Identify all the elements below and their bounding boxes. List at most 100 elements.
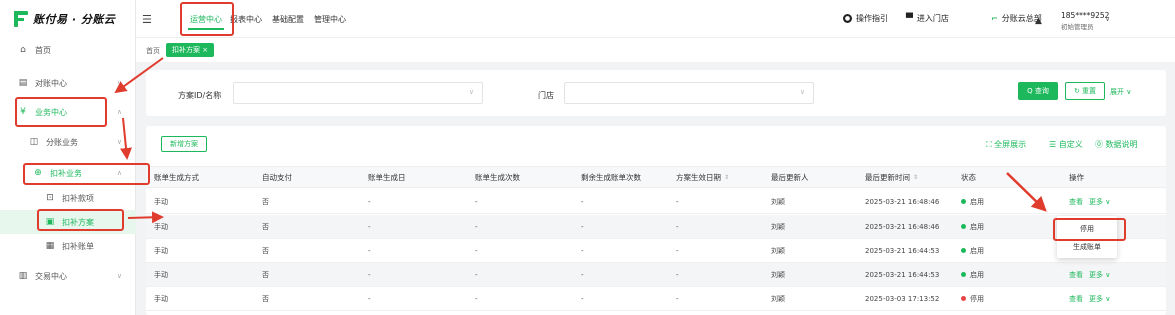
status-badge: 启用 xyxy=(961,239,984,262)
chevron-down-icon: ∨ xyxy=(468,88,474,96)
table-row: 手动 否 - - - - 刘颖 2025-03-21 16:44:53 启用 查看 更多 ∨ xyxy=(146,263,1166,287)
table-cell-auto-pay: 否 xyxy=(262,294,269,303)
highlight-box xyxy=(37,209,124,231)
table-row: 手动 否 - - - - 刘颖 2025-03-21 16:48:46 启用 xyxy=(146,215,1166,239)
highlight-box xyxy=(180,2,234,36)
expand-link[interactable]: 展开 ∨ xyxy=(1110,87,1131,97)
sidebar-item-deduct-bills[interactable]: ▦ 扣补账单 xyxy=(0,234,136,258)
view-link[interactable]: 查看 xyxy=(1069,294,1083,304)
table-cell-updated-at: 2025-03-21 16:48:46 xyxy=(865,222,940,231)
row-actions: 查看 更多 ∨ xyxy=(1069,190,1116,213)
highlight-box xyxy=(23,163,150,185)
table-cell-effective: - xyxy=(676,246,679,255)
store-icon: ▀ xyxy=(906,13,913,24)
table-cell-updater: 刘颖 xyxy=(771,197,785,206)
view-link[interactable]: 查看 xyxy=(1069,197,1083,207)
sort-icon: ⇕ xyxy=(913,173,919,181)
table-cell-mode: 手动 xyxy=(154,246,168,255)
chevron-down-icon: ∨ xyxy=(116,272,122,280)
table-cell-gen-count: - xyxy=(475,222,478,231)
status-text: 启用 xyxy=(970,246,984,255)
sidebar-item-label: 扣补款项 xyxy=(62,193,94,203)
row-actions: 查看 更多 ∨ xyxy=(1069,263,1116,286)
sidebar-item-split[interactable]: ◫ 分账业务 ∨ xyxy=(0,130,136,154)
chevron-down-icon: ∨ xyxy=(1105,15,1111,23)
menu-toggle-icon[interactable]: ☰ xyxy=(142,13,152,26)
filter-panel: 方案ID/名称 ∨ 门店 ∨ xyxy=(146,70,1166,116)
table-cell-gen-day: - xyxy=(368,197,371,206)
column-header: 账单生成次数 xyxy=(475,172,520,182)
fullscreen-button[interactable]: ⛶ 全屏展示 xyxy=(986,139,1026,150)
table-cell-updated-at: 2025-03-03 17:13:52 xyxy=(865,294,940,303)
sidebar-item-reconcile[interactable]: ▤ 对账中心 ∨ xyxy=(0,71,136,95)
sidebar-item-label: 交易中心 xyxy=(35,271,67,281)
status-dot-icon xyxy=(961,224,966,229)
sidebar-item-label: 首页 xyxy=(35,45,51,55)
table-cell-remaining: - xyxy=(581,222,584,231)
brand-small-icon: ⌐ xyxy=(991,14,998,23)
table-cell-remaining: - xyxy=(581,246,584,255)
table-cell-gen-day: - xyxy=(368,294,371,303)
table-cell-updated-at: 2025-03-21 16:48:46 xyxy=(865,197,940,206)
more-actions-link[interactable]: 更多 ∨ xyxy=(1089,197,1110,207)
table-row: 手动 否 - - - - 刘颖 2025-03-03 17:13:52 停用 查看 更多 ∨ xyxy=(146,287,1166,311)
guide-link[interactable]: ● 操作指引 xyxy=(843,13,888,24)
enter-store-link[interactable]: ▀ 进入门店 xyxy=(906,13,949,24)
sidebar-item-home[interactable]: ⌂ 首页 xyxy=(0,38,136,62)
sidebar-item-trade[interactable]: ▥ 交易中心 ∨ xyxy=(0,264,136,288)
status-badge: 停用 xyxy=(961,287,984,310)
table-cell-effective: - xyxy=(676,270,679,279)
chevron-down-icon: ∨ xyxy=(799,88,805,96)
breadcrumb-home[interactable]: 首页 xyxy=(146,46,160,56)
highlight-box xyxy=(15,97,107,127)
user-avatar-icon: ▲ xyxy=(1035,16,1042,26)
plan-filter-label: 方案ID/名称 xyxy=(178,91,222,100)
breadcrumb-current-tab[interactable]: 扣补方案 × xyxy=(166,43,215,57)
data-help-button[interactable]: ⓪ 数据说明 xyxy=(1095,139,1138,150)
top-bar: ☰ 运营中心 报表中心 基础配置 管理中心 ● 操作指引 ▀ 进入门店 ⌐ 分账… xyxy=(136,0,1175,38)
column-header: 账单生成日 xyxy=(368,172,406,182)
table-cell-auto-pay: 否 xyxy=(262,246,269,255)
table-cell-updater: 刘颖 xyxy=(771,246,785,255)
table-cell-gen-day: - xyxy=(368,222,371,231)
more-actions-link[interactable]: 更多 ∨ xyxy=(1089,294,1110,304)
table-cell-auto-pay: 否 xyxy=(262,197,269,206)
status-badge: 启用 xyxy=(961,215,984,238)
document-icon: ▤ xyxy=(18,78,28,88)
status-text: 启用 xyxy=(970,197,984,206)
table-cell-gen-count: - xyxy=(475,294,478,303)
query-button[interactable]: Q 查询 xyxy=(1018,82,1058,100)
chevron-down-icon: ∨ xyxy=(116,79,122,87)
chevron-up-icon: ∧ xyxy=(116,108,122,116)
table-cell-remaining: - xyxy=(581,270,584,279)
view-link[interactable]: 查看 xyxy=(1069,270,1083,280)
table-cell-updated-at: 2025-03-21 16:44:53 xyxy=(865,246,940,255)
tab-config[interactable]: 基础配置 xyxy=(272,14,304,25)
table-cell-gen-day: - xyxy=(368,246,371,255)
brand-logo: 账付易 · 分账云 xyxy=(0,0,135,38)
customize-columns-button[interactable]: ☰ 自定义 xyxy=(1049,139,1083,150)
column-header-sortable[interactable]: 最后更新时间 ⇕ xyxy=(865,167,918,187)
home-icon: ⌂ xyxy=(20,45,26,55)
table-row: 手动 否 - - - - 刘颖 2025-03-21 16:44:53 启用 xyxy=(146,239,1166,263)
store-filter-select[interactable]: ∨ xyxy=(564,82,814,104)
status-text: 启用 xyxy=(970,222,984,231)
table-cell-mode: 手动 xyxy=(154,197,168,206)
table-row: 手动 否 - - - - 刘颖 2025-03-21 16:48:46 启用 查看 更多 ∨ xyxy=(146,190,1166,214)
column-header-sortable[interactable]: 方案生效日期 ⇕ xyxy=(676,167,729,187)
status-badge: 启用 xyxy=(961,190,984,213)
column-header: 最后更新人 xyxy=(771,172,809,182)
tab-reports[interactable]: 报表中心 xyxy=(230,14,262,25)
reset-button[interactable]: ↻ 重置 xyxy=(1065,82,1105,100)
plan-filter-select[interactable]: ∨ xyxy=(233,82,483,104)
sidebar-item-deduct-items[interactable]: ⊡ 扣补款项 xyxy=(0,186,136,210)
sidebar-item-label: 对账中心 xyxy=(35,78,67,88)
table-cell-effective: - xyxy=(676,197,679,206)
more-actions-link[interactable]: 更多 ∨ xyxy=(1089,270,1110,280)
tab-admin[interactable]: 管理中心 xyxy=(314,14,346,25)
item-icon: ⊡ xyxy=(46,193,54,203)
new-plan-button[interactable]: 新增方案 xyxy=(161,136,207,152)
table-cell-effective: - xyxy=(676,222,679,231)
status-dot-icon xyxy=(961,272,966,277)
bill-icon: ▦ xyxy=(45,241,55,251)
